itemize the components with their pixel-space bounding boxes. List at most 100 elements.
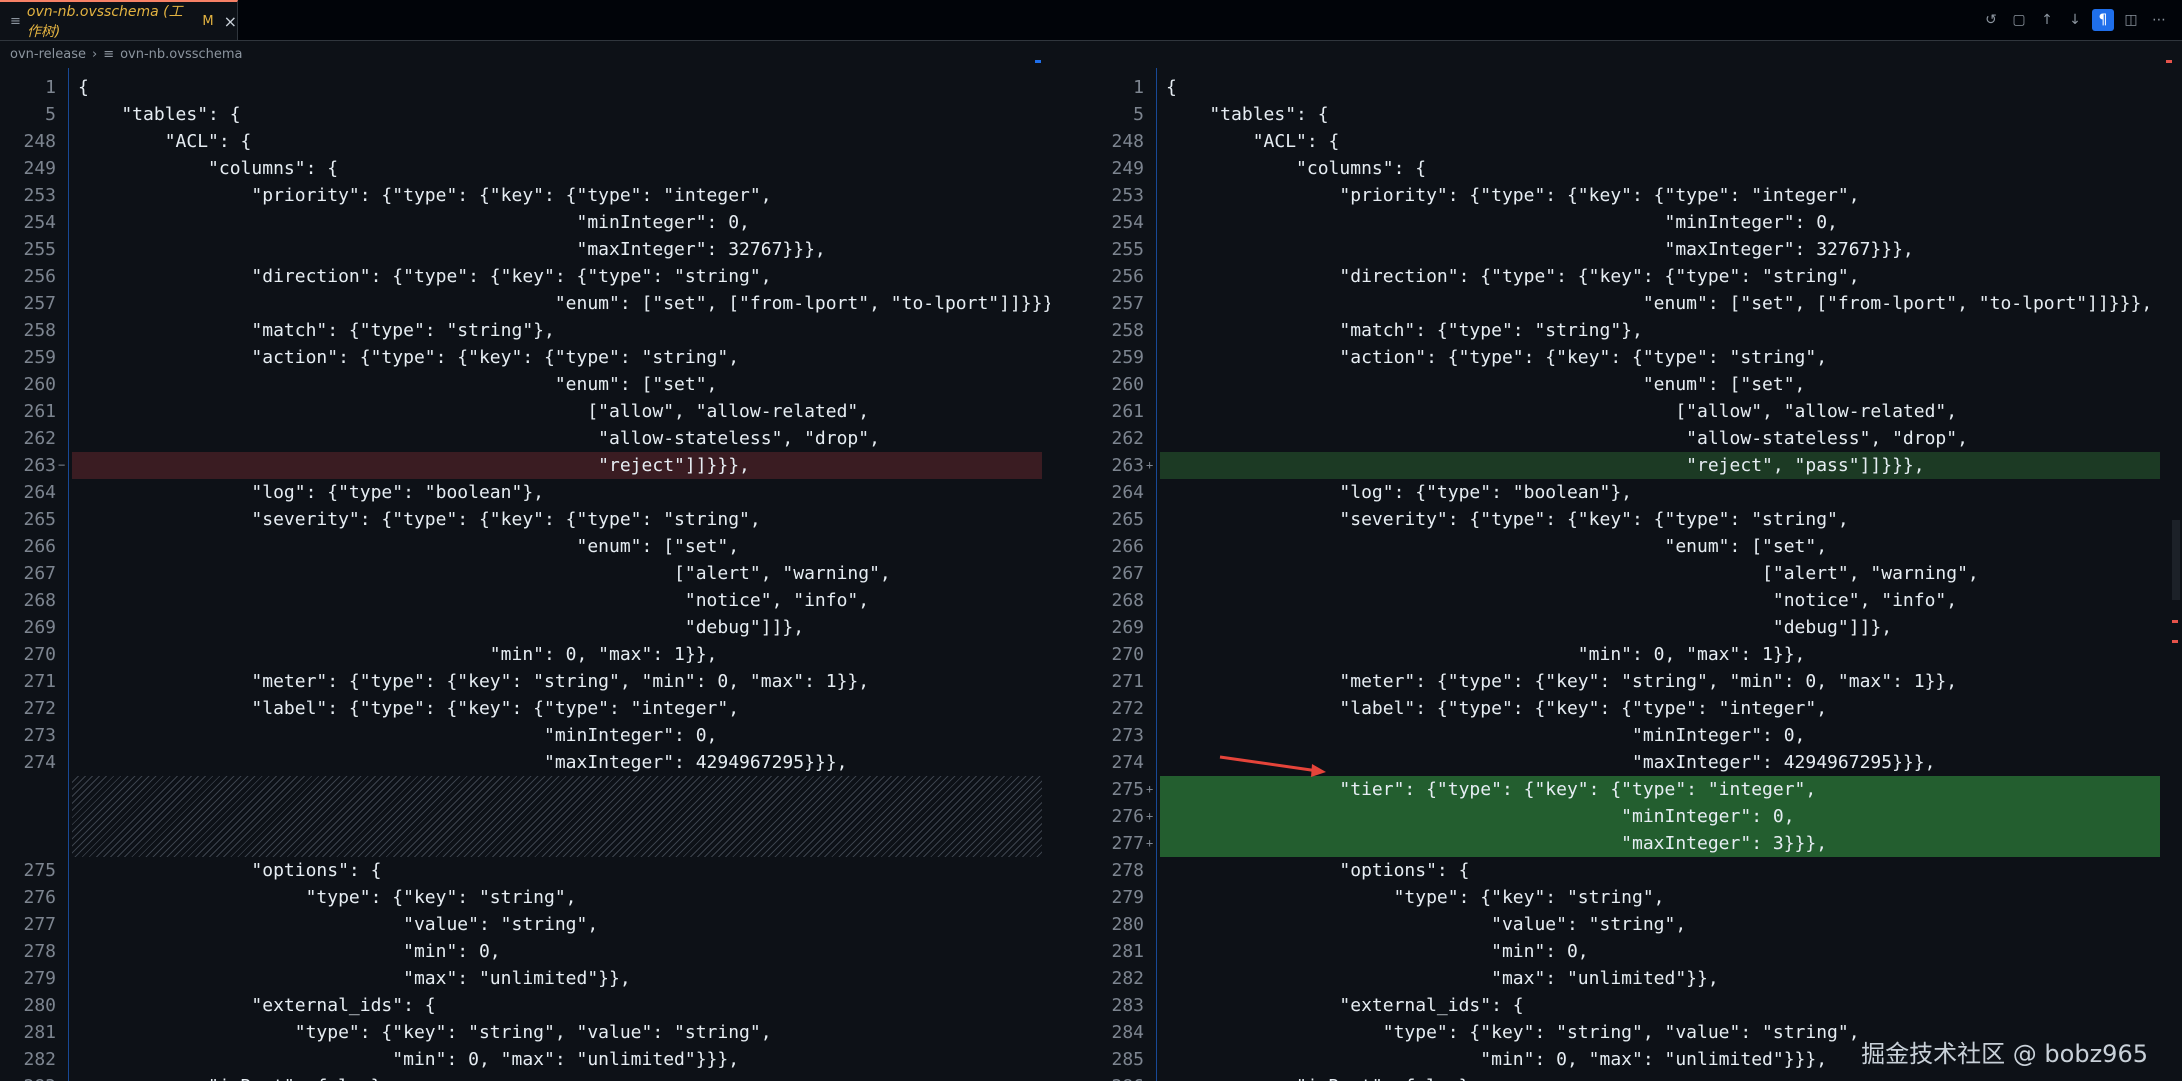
code-line[interactable]: "label": {"type": {"key": {"type": "inte… [1166,695,1827,722]
code-line[interactable]: "tables": { [78,101,240,128]
code-line[interactable]: "minInteger": 0, [78,722,717,749]
code-line[interactable]: "max": "unlimited"}}, [78,965,631,992]
code-line[interactable]: "debug"]]}, [1166,614,1892,641]
code-line[interactable]: "maxInteger": 4294967295}}}, [1166,749,1935,776]
code-line[interactable]: "enum": ["set", [1166,533,1827,560]
line-number: 258 [1111,320,1144,341]
code-line[interactable]: "tables": { [1166,101,1328,128]
line-number: 283 [1111,995,1144,1016]
file-icon[interactable]: ▢ [2008,9,2030,31]
arrow-down-icon[interactable]: ↓ [2064,9,2086,31]
pilcrow-icon[interactable]: ¶ [2092,9,2114,31]
code-line[interactable]: "notice", "info", [1166,587,1957,614]
code-line[interactable]: "allow-stateless", "drop", [78,425,880,452]
breadcrumb-file[interactable]: ovn-nb.ovsschema [120,47,242,62]
code-line[interactable]: "direction": {"type": {"key": {"type": "… [1166,263,1859,290]
diff-gutter-line [68,68,69,1081]
code-line[interactable]: ["alert", "warning", [78,560,891,587]
code-line[interactable]: "severity": {"type": {"key": {"type": "s… [1166,506,1848,533]
scrollbar-thumb[interactable] [2172,520,2180,600]
code-line[interactable]: "type": {"key": "string", "value": "stri… [78,1019,772,1046]
code-line[interactable]: "notice", "info", [78,587,869,614]
code-line[interactable]: "reject", "pass"]]}}}, [1166,452,1924,479]
code-line[interactable]: "external_ids": { [78,992,435,1019]
diff-modified-pane[interactable]: 1 {5 "tables": {248 "ACL": {249 "columns"… [1088,68,2182,1081]
breadcrumb-folder[interactable]: ovn-release [10,47,86,62]
line-number: 269 [1111,617,1144,638]
code-line[interactable]: "value": "string", [78,911,598,938]
code-line[interactable]: "match": {"type": "string"}, [1166,317,1642,344]
code-line[interactable]: "direction": {"type": {"key": {"type": "… [78,263,771,290]
line-number: 253 [23,185,56,206]
code-line[interactable]: "type": {"key": "string", "value": "stri… [1166,1019,1860,1046]
code-line[interactable]: "options": { [1166,857,1469,884]
code-line[interactable]: "enum": ["set", [78,533,739,560]
code-line[interactable]: { [78,74,89,101]
code-line[interactable]: "priority": {"type": {"key": {"type": "i… [1166,182,1859,209]
code-line[interactable]: "maxInteger": 4294967295}}}, [78,749,847,776]
diff-original-pane[interactable]: 1 {5 "tables": {248 "ACL": {249 "columns"… [0,68,1050,1081]
code-line[interactable]: "action": {"type": {"key": {"type": "str… [1166,344,1827,371]
line-number: 278 [1111,860,1144,881]
line-number: 282 [23,1049,56,1070]
code-line[interactable]: "minInteger": 0, [78,209,749,236]
code-line[interactable]: "maxInteger": 3}}}, [1166,830,1827,857]
code-line[interactable]: "min": 0, "max": 1}}, [78,641,718,668]
code-line[interactable]: "enum": ["set", ["from-lport", "to-lport… [78,290,1050,317]
code-line[interactable]: ["allow", "allow-related", [1166,398,1957,425]
history-icon[interactable]: ↺ [1980,9,2002,31]
code-line[interactable]: "meter": {"type": {"key": "string", "min… [1166,668,1957,695]
line-number: 271 [1111,671,1144,692]
code-line[interactable]: "severity": {"type": {"key": {"type": "s… [78,506,760,533]
code-line[interactable]: "minInteger": 0, [1166,209,1837,236]
code-line[interactable]: "ACL": { [78,128,252,155]
code-line[interactable]: "tier": {"type": {"key": {"type": "integ… [1166,776,1816,803]
code-line[interactable]: "match": {"type": "string"}, [78,317,554,344]
code-line[interactable]: "min": 0, [78,938,501,965]
code-line[interactable]: "action": {"type": {"key": {"type": "str… [78,344,739,371]
code-line[interactable]: "debug"]]}, [78,614,804,641]
line-number: 260 [1111,374,1144,395]
code-line[interactable]: "isRoot": false}, [1166,1073,1480,1081]
code-line[interactable]: "log": {"type": "boolean"}, [78,479,544,506]
code-line[interactable]: "reject"]]}}}, [78,452,750,479]
code-line[interactable]: "maxInteger": 32767}}}, [1166,236,1913,263]
code-line[interactable]: "value": "string", [1166,911,1686,938]
code-line[interactable]: "enum": ["set", [1166,371,1806,398]
code-line[interactable]: "min": 0, "max": 1}}, [1166,641,1806,668]
more-icon[interactable]: ⋯ [2148,9,2170,31]
line-number: 265 [1111,509,1144,530]
code-line[interactable]: "enum": ["set", ["from-lport", "to-lport… [1166,290,2152,317]
code-line[interactable]: "priority": {"type": {"key": {"type": "i… [78,182,771,209]
code-line[interactable]: "maxInteger": 32767}}}, [78,236,825,263]
code-line[interactable]: "enum": ["set", [78,371,718,398]
code-line[interactable]: "type": {"key": "string", [78,884,577,911]
arrow-up-icon[interactable]: ↑ [2036,9,2058,31]
code-line[interactable]: "columns": { [78,155,338,182]
line-number: 263 [23,455,56,476]
code-line[interactable]: "min": 0, "max": "unlimited"}}}, [78,1046,739,1073]
code-line[interactable]: { [1166,74,1177,101]
code-line[interactable]: ["allow", "allow-related", [78,398,869,425]
code-line[interactable]: "min": 0, "max": "unlimited"}}}, [1166,1046,1827,1073]
code-line[interactable]: "label": {"type": {"key": {"type": "inte… [78,695,739,722]
tab-ovn-nb-ovsschema[interactable]: ≡ ovn-nb.ovsschema (工作树) M × [0,0,238,40]
code-line[interactable]: "isRoot": false}, [78,1073,392,1081]
code-line[interactable]: "max": "unlimited"}}, [1166,965,1719,992]
line-number: 255 [1111,239,1144,260]
code-line[interactable]: ["alert", "warning", [1166,560,1979,587]
code-line[interactable]: "columns": { [1166,155,1426,182]
code-line[interactable]: "external_ids": { [1166,992,1523,1019]
code-line[interactable]: "log": {"type": "boolean"}, [1166,479,1632,506]
code-line[interactable]: "meter": {"type": {"key": "string", "min… [78,668,869,695]
code-line[interactable]: "min": 0, [1166,938,1589,965]
code-line[interactable]: "minInteger": 0, [1166,803,1794,830]
split-view-icon[interactable]: ◫ [2120,9,2142,31]
code-line[interactable]: "options": { [78,857,381,884]
code-line[interactable]: "ACL": { [1166,128,1340,155]
code-line[interactable]: "allow-stateless", "drop", [1166,425,1968,452]
code-line[interactable]: "minInteger": 0, [1166,722,1805,749]
close-icon[interactable]: × [224,12,237,31]
line-number: 248 [1111,131,1144,152]
code-line[interactable]: "type": {"key": "string", [1166,884,1665,911]
